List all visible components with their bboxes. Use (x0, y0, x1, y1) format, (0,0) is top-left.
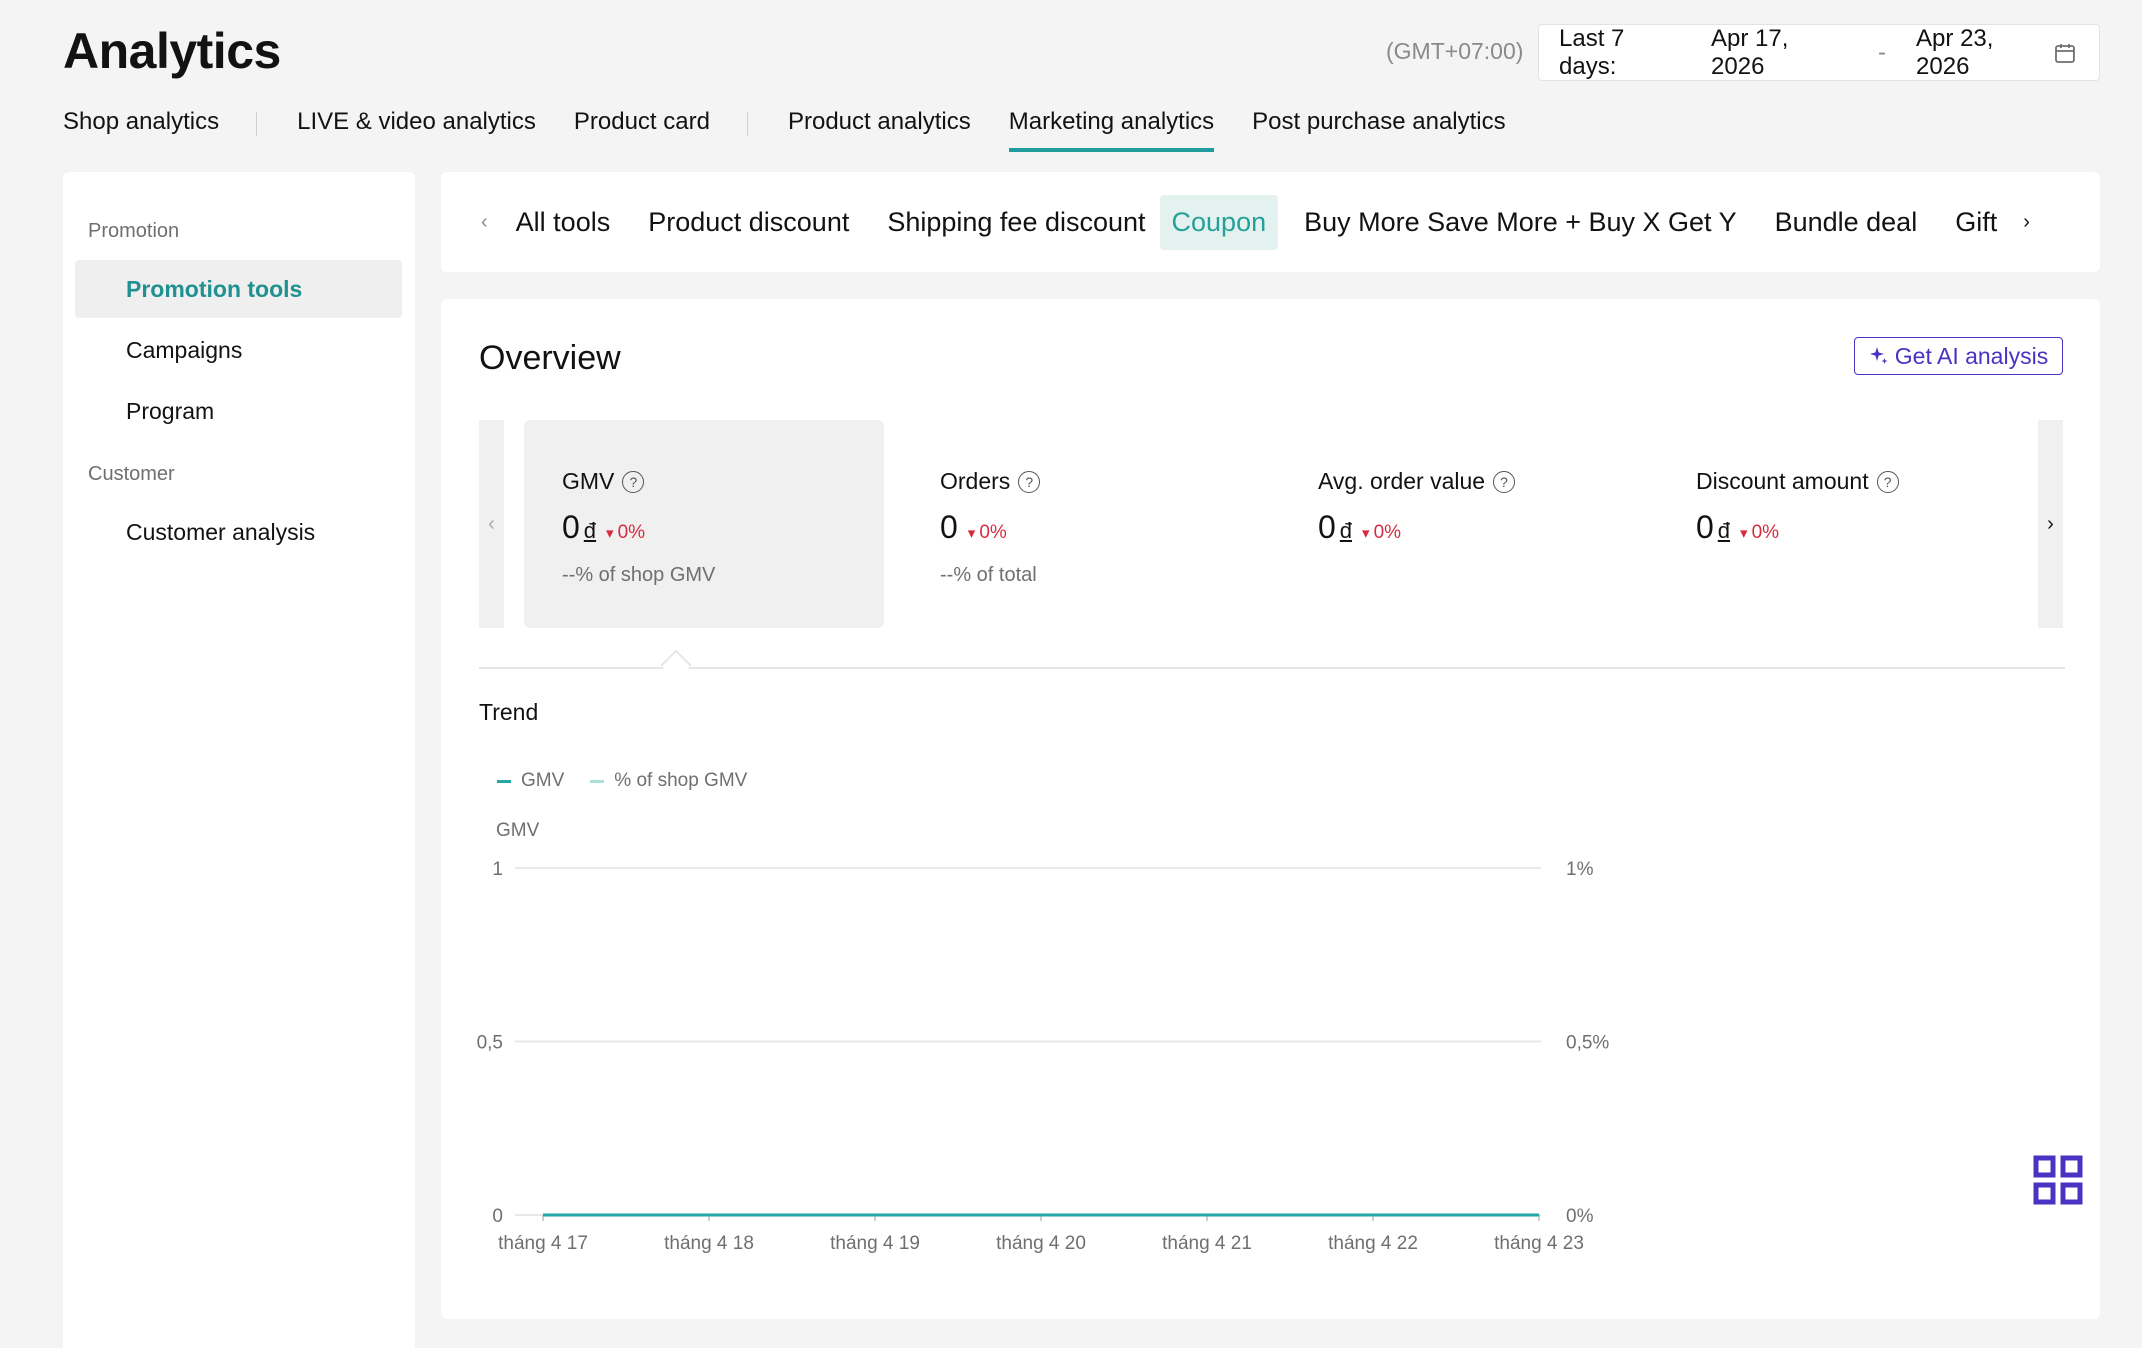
x-tick-label: tháng 4 18 (664, 1233, 754, 1254)
legend-label: GMV (521, 770, 565, 791)
divider (479, 667, 2065, 669)
trend-chart: GMV 0 0% 0,5 0,5% 1 1% tháng 4 17 tháng 4 18 thán… (477, 820, 1610, 1254)
metric-card-gmv[interactable]: GMV? 0 đ 0% --% of shop GMV (524, 420, 884, 628)
metrics-row: ‹ GMV? 0 đ 0% --% of shop GMV Orders? 0 … (479, 420, 2063, 628)
legend-label: % of shop GMV (614, 770, 748, 791)
sidebar-group-promotion: Promotion (88, 220, 180, 242)
metric-delta: 0% (1362, 522, 1401, 544)
tab-marketing-analytics[interactable]: Marketing analytics (1008, 108, 1215, 152)
page-title: Analytics (63, 23, 281, 79)
help-icon[interactable]: ? (622, 470, 645, 493)
calendar-icon[interactable] (2053, 41, 2077, 65)
date-start[interactable]: Apr 17, 2026 (1711, 25, 1848, 81)
metric-value: 0 (1318, 509, 1336, 545)
y2-tick-label: 0% (1566, 1206, 1594, 1227)
metric-value: 0 (562, 509, 580, 545)
legend-item-pct-shop-gmv[interactable]: % of shop GMV (590, 770, 747, 792)
tab-post-purchase-analytics[interactable]: Post purchase analytics (1252, 108, 1505, 148)
tool-tab-all-tools[interactable]: All tools (504, 195, 623, 250)
metric-card-avg-order-value[interactable]: Avg. order value? 0 đ 0% (1280, 420, 1640, 628)
metric-name: Avg. order value (1318, 468, 1486, 494)
chart-legend: GMV % of shop GMV (497, 770, 747, 792)
selected-metric-pointer (660, 649, 692, 681)
metric-name: Discount amount (1696, 468, 1869, 494)
metric-delta: 0% (1740, 522, 1779, 544)
y2-tick-label: 1% (1566, 859, 1594, 880)
tool-tab-gift[interactable]: Gift (1943, 195, 2009, 250)
currency-symbol: đ (1717, 518, 1731, 543)
tool-tab-buy-more-save-more[interactable]: Buy More Save More + Buy X Get Y (1292, 195, 1748, 250)
tool-tab-product-discount[interactable]: Product discount (636, 195, 861, 250)
tab-product-card[interactable]: Product card (574, 108, 710, 148)
metric-delta: 0% (606, 522, 645, 544)
sparkle-icon (1869, 347, 1888, 364)
tool-tab-shipping-fee-discount[interactable]: Shipping fee discount (875, 195, 1157, 250)
help-icon[interactable]: ? (1018, 470, 1041, 493)
tab-divider (746, 112, 748, 136)
overview-title: Overview (479, 339, 621, 377)
timezone-label: (GMT+07:00) (1386, 38, 1524, 64)
sidebar: Promotion Promotion tools Campaigns Prog… (63, 172, 415, 1348)
legend-swatch (590, 779, 605, 783)
sidebar-item-program[interactable]: Program (75, 382, 402, 440)
tab-live-video-analytics[interactable]: LIVE & video analytics (297, 108, 536, 148)
grid-view-icon[interactable] (2032, 1154, 2084, 1206)
metric-name: GMV (562, 468, 615, 494)
tab-divider (256, 112, 258, 136)
tab-product-analytics[interactable]: Product analytics (788, 108, 971, 148)
metric-value: 0 (1696, 509, 1714, 545)
y-tick-label: 0 (492, 1206, 503, 1227)
sidebar-item-customer-analysis[interactable]: Customer analysis (75, 503, 402, 561)
help-icon[interactable]: ? (1493, 470, 1516, 493)
trend-title: Trend (479, 699, 539, 725)
y-axis-title: GMV (496, 820, 540, 841)
date-range-label: Last 7 days: (1559, 24, 1625, 80)
main-tabs: Shop analytics LIVE & video analytics Pr… (63, 108, 1506, 152)
x-tick-label: tháng 4 22 (1328, 1233, 1418, 1254)
sidebar-item-promotion-tools[interactable]: Promotion tools (75, 260, 402, 318)
x-tick-label: tháng 4 20 (996, 1233, 1086, 1254)
metrics-next-button[interactable]: › (2038, 420, 2063, 628)
y-tick-label: 0,5 (477, 1033, 503, 1054)
metric-value: 0 (940, 509, 958, 545)
metric-name: Orders (940, 468, 1011, 494)
currency-symbol: đ (1339, 518, 1353, 543)
overview-panel: Overview Get AI analysis ‹ GMV? 0 đ 0% -… (441, 299, 2100, 1319)
x-tick-label: tháng 4 21 (1162, 1233, 1252, 1254)
promotion-tools-bar: ‹ All tools Product discount Shipping fe… (441, 172, 2100, 272)
x-tick-label: tháng 4 19 (830, 1233, 920, 1254)
metrics-prev-button[interactable]: ‹ (479, 420, 504, 628)
metric-subtext: --% of total (940, 564, 1037, 586)
date-range-picker[interactable]: Last 7 days: Apr 17, 2026 - Apr 23, 2026 (1538, 24, 2100, 81)
sidebar-group-customer: Customer (88, 463, 175, 485)
y2-tick-label: 0,5% (1566, 1033, 1609, 1054)
metric-card-discount-amount[interactable]: Discount amount? 0 đ 0% (1658, 420, 2018, 628)
legend-swatch (497, 779, 511, 783)
date-end[interactable]: Apr 23, 2026 (1916, 25, 2053, 81)
y-tick-label: 1 (492, 859, 503, 880)
tab-shop-analytics[interactable]: Shop analytics (63, 108, 219, 148)
x-tick-label: tháng 4 17 (498, 1233, 588, 1254)
metric-delta: 0% (968, 522, 1006, 544)
metric-card-orders[interactable]: Orders? 0 0% --% of total (902, 420, 1262, 628)
date-separator: - (1878, 38, 1887, 66)
chevron-left-icon[interactable]: ‹ (481, 211, 488, 234)
get-ai-analysis-label: Get AI analysis (1894, 342, 2049, 369)
help-icon[interactable]: ? (1876, 470, 1899, 493)
x-tick-label: tháng 4 23 (1494, 1233, 1584, 1254)
legend-item-gmv[interactable]: GMV (497, 770, 564, 792)
metric-subtext: --% of shop GMV (562, 564, 716, 586)
tool-tab-bundle-deal[interactable]: Bundle deal (1763, 195, 1930, 250)
tool-tab-coupon[interactable]: Coupon (1159, 194, 1279, 250)
currency-symbol: đ (583, 518, 597, 543)
get-ai-analysis-button[interactable]: Get AI analysis (1854, 337, 2063, 375)
chevron-right-icon[interactable]: › (2023, 211, 2030, 234)
sidebar-item-campaigns[interactable]: Campaigns (75, 321, 402, 379)
